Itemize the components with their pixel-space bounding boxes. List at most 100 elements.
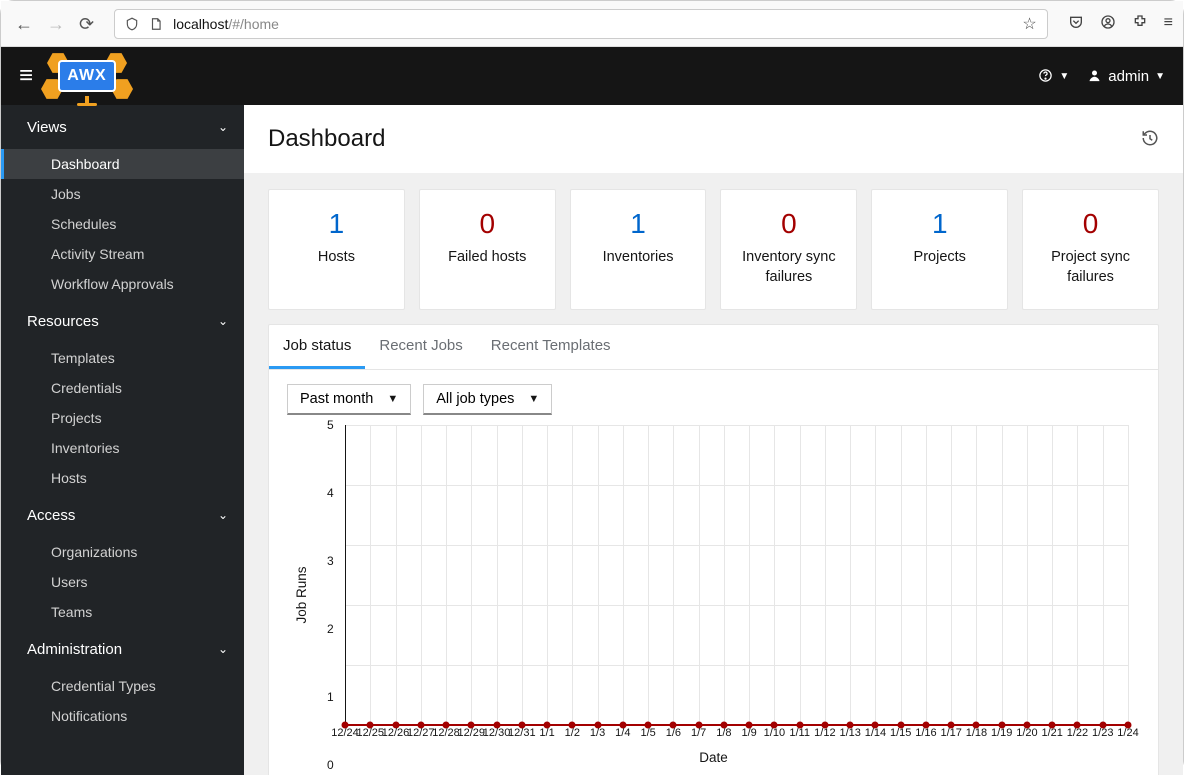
- chevron-down-icon: ▼: [387, 393, 398, 405]
- card-value: 0: [729, 208, 848, 240]
- user-icon: [1087, 68, 1102, 85]
- card-label: Projects: [880, 248, 999, 268]
- browser-back-button[interactable]: ←: [15, 15, 33, 33]
- card-value: 1: [880, 208, 999, 240]
- card-value: 0: [428, 208, 547, 240]
- username-label: admin: [1108, 68, 1149, 85]
- chevron-down-icon: ⌄: [218, 642, 228, 656]
- extensions-icon[interactable]: [1132, 14, 1148, 33]
- chart-x-axis-label: Date: [289, 750, 1138, 765]
- sidebar-section-resources[interactable]: Resources⌄: [1, 299, 244, 343]
- x-tick-label: 1/13: [839, 727, 860, 739]
- account-icon[interactable]: [1100, 14, 1116, 33]
- shield-icon: [125, 16, 139, 32]
- chevron-down-icon: ⌄: [218, 508, 228, 522]
- sidebar-item-credential-types[interactable]: Credential Types: [1, 671, 244, 701]
- sidebar-item-inventories[interactable]: Inventories: [1, 433, 244, 463]
- browser-menu-icon[interactable]: ≡: [1164, 14, 1173, 32]
- x-tick-label: 12/26: [382, 727, 410, 739]
- help-menu[interactable]: ▼: [1038, 68, 1069, 85]
- sidebar: Views⌄DashboardJobsSchedulesActivity Str…: [1, 105, 244, 775]
- x-tick-label: 12/28: [432, 727, 460, 739]
- chevron-down-icon: ▼: [1059, 71, 1069, 82]
- summary-card-inventories[interactable]: 1 Inventories: [570, 189, 707, 310]
- sidebar-section-views[interactable]: Views⌄: [1, 105, 244, 149]
- x-tick-label: 1/22: [1067, 727, 1088, 739]
- x-tick-label: 1/16: [915, 727, 936, 739]
- x-tick-label: 1/9: [741, 727, 756, 739]
- pocket-icon[interactable]: [1068, 14, 1084, 33]
- browser-forward-button[interactable]: →: [47, 15, 65, 33]
- summary-card-projects[interactable]: 1 Projects: [871, 189, 1008, 310]
- card-value: 1: [277, 208, 396, 240]
- sidebar-item-projects[interactable]: Projects: [1, 403, 244, 433]
- sidebar-section-administration[interactable]: Administration⌄: [1, 627, 244, 671]
- sidebar-item-notifications[interactable]: Notifications: [1, 701, 244, 731]
- x-tick-label: 1/20: [1016, 727, 1037, 739]
- panel-tabs: Job statusRecent JobsRecent Templates: [269, 325, 1158, 370]
- card-label: Failed hosts: [428, 248, 547, 268]
- y-tick-label: 0: [327, 758, 334, 772]
- x-tick-label: 1/2: [565, 727, 580, 739]
- bookmark-star-icon[interactable]: ☆: [1022, 14, 1036, 34]
- chevron-down-icon: ⌄: [218, 120, 228, 134]
- chart-y-axis-label: Job Runs: [294, 567, 309, 624]
- x-tick-label: 12/30: [483, 727, 511, 739]
- tab-job-status[interactable]: Job status: [269, 325, 365, 369]
- x-tick-label: 1/3: [590, 727, 605, 739]
- y-tick-label: 3: [327, 554, 334, 568]
- card-label: Hosts: [277, 248, 396, 268]
- x-tick-label: 1/6: [666, 727, 681, 739]
- page-icon: [149, 16, 163, 32]
- card-value: 0: [1031, 208, 1150, 240]
- sidebar-item-templates[interactable]: Templates: [1, 343, 244, 373]
- sidebar-section-access[interactable]: Access⌄: [1, 493, 244, 537]
- awx-logo[interactable]: AWX: [47, 56, 127, 96]
- summary-card-failed-hosts[interactable]: 0 Failed hosts: [419, 189, 556, 310]
- job-type-select[interactable]: All job types ▼: [423, 384, 552, 415]
- x-tick-label: 1/15: [890, 727, 911, 739]
- sidebar-item-schedules[interactable]: Schedules: [1, 209, 244, 239]
- summary-card-hosts[interactable]: 1 Hosts: [268, 189, 405, 310]
- y-tick-label: 4: [327, 486, 334, 500]
- card-value: 1: [579, 208, 698, 240]
- x-tick-label: 1/8: [716, 727, 731, 739]
- y-tick-label: 2: [327, 622, 334, 636]
- job-runs-chart: Job Runs 12/2412/2512/2612/2712/2812/291…: [289, 425, 1138, 765]
- chevron-down-icon: ▼: [528, 393, 539, 405]
- sidebar-item-users[interactable]: Users: [1, 567, 244, 597]
- job-type-label: All job types: [436, 391, 514, 407]
- y-tick-label: 1: [327, 690, 334, 704]
- user-menu[interactable]: admin ▼: [1087, 68, 1165, 85]
- chevron-down-icon: ⌄: [218, 314, 228, 328]
- url-bar[interactable]: localhost/#/home ☆: [114, 9, 1048, 39]
- sidebar-item-workflow-approvals[interactable]: Workflow Approvals: [1, 269, 244, 299]
- summary-cards-row: 1 Hosts 0 Failed hosts 1 Inventories 0Inventor…: [244, 173, 1183, 316]
- card-label: Inventories: [579, 248, 698, 268]
- sidebar-item-organizations[interactable]: Organizations: [1, 537, 244, 567]
- x-tick-label: 1/21: [1042, 727, 1063, 739]
- sidebar-item-hosts[interactable]: Hosts: [1, 463, 244, 493]
- app-top-bar: ≡ AWX ▼ admin ▼: [1, 47, 1183, 105]
- tab-recent-jobs[interactable]: Recent Jobs: [365, 325, 476, 369]
- x-tick-label: 12/31: [508, 727, 536, 739]
- summary-card-project-sync-failures[interactable]: 0 Project sync failures: [1022, 189, 1159, 310]
- sidebar-item-activity-stream[interactable]: Activity Stream: [1, 239, 244, 269]
- x-tick-label: 1/24: [1117, 727, 1138, 739]
- summary-card-inventory-sync-failures[interactable]: 0Inventory sync failures: [720, 189, 857, 310]
- sidebar-item-teams[interactable]: Teams: [1, 597, 244, 627]
- sidebar-item-credentials[interactable]: Credentials: [1, 373, 244, 403]
- page-title: Dashboard: [268, 125, 385, 153]
- sidebar-item-jobs[interactable]: Jobs: [1, 179, 244, 209]
- sidebar-item-dashboard[interactable]: Dashboard: [1, 149, 244, 179]
- x-tick-label: 1/7: [691, 727, 706, 739]
- activity-stream-icon[interactable]: [1141, 129, 1159, 150]
- x-tick-label: 12/24: [331, 727, 359, 739]
- sidebar-toggle-button[interactable]: ≡: [19, 62, 33, 90]
- card-label: Project sync failures: [1031, 248, 1150, 287]
- x-tick-label: 1/19: [991, 727, 1012, 739]
- x-tick-label: 1/18: [966, 727, 987, 739]
- browser-reload-button[interactable]: ⟳: [79, 15, 94, 33]
- tab-recent-templates[interactable]: Recent Templates: [477, 325, 625, 369]
- date-range-select[interactable]: Past month ▼: [287, 384, 411, 415]
